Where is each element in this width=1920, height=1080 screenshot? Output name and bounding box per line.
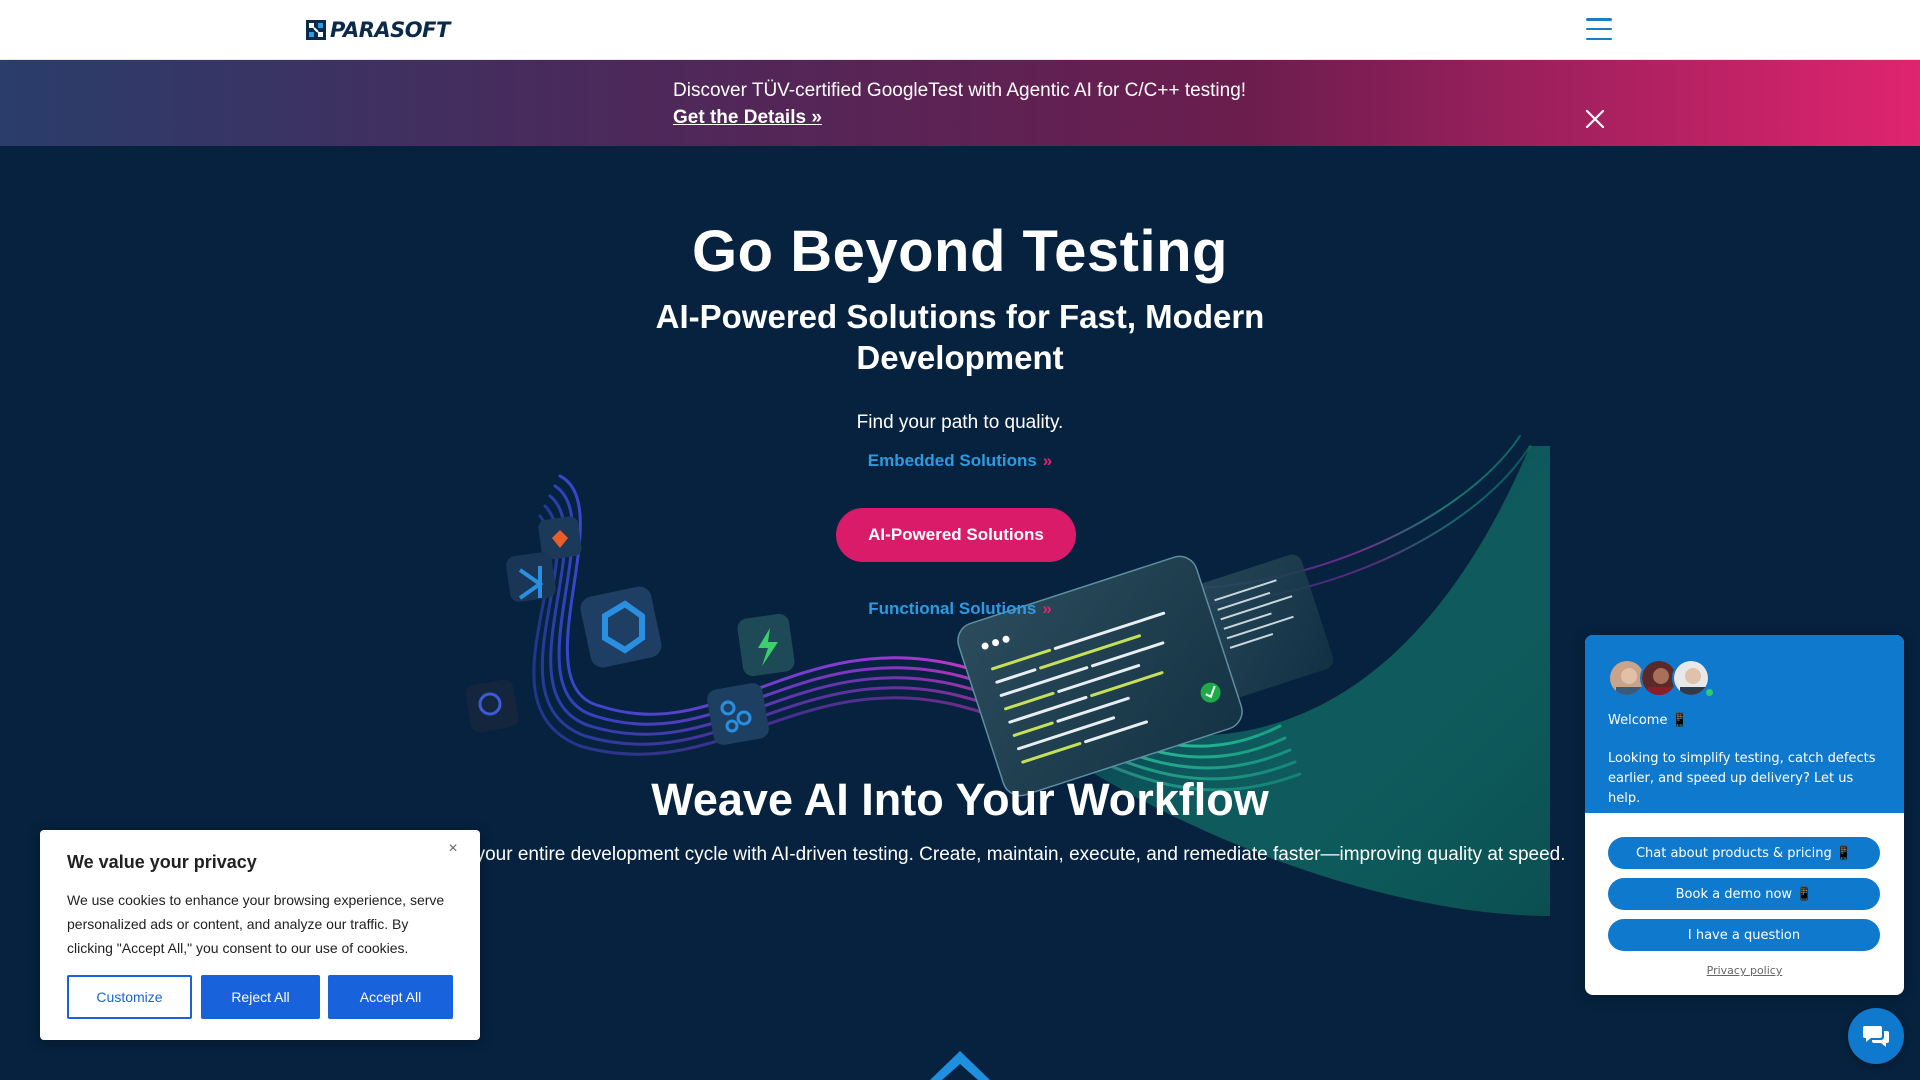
double-chevron-right-icon: »: [1042, 451, 1053, 470]
functional-solutions-label: Functional Solutions: [868, 599, 1037, 618]
announcement-banner: Discover TÜV-certified GoogleTest with A…: [0, 60, 1920, 146]
cookie-close-icon[interactable]: ×: [444, 840, 462, 858]
parasoft-logo-icon: [306, 20, 326, 40]
chat-intro: Looking to simplify testing, catch defec…: [1608, 751, 1876, 806]
chat-welcome: Welcome 📱: [1608, 713, 1688, 728]
hero-subtitle: AI-Powered Solutions for Fast, Modern De…: [655, 298, 1265, 376]
chat-privacy-policy-link[interactable]: Privacy policy: [1585, 964, 1904, 977]
get-details-link[interactable]: Get the Details »: [673, 104, 1246, 131]
have-question-button[interactable]: I have a question: [1608, 919, 1880, 951]
chat-header: Welcome 📱 Looking to simplify testing, c…: [1585, 635, 1904, 813]
hero-title: Go Beyond Testing: [692, 219, 1228, 284]
cookie-title: We value your privacy: [67, 852, 257, 872]
book-demo-button[interactable]: Book a demo now 📱: [1608, 878, 1880, 910]
cookie-description: We use cookies to enhance your browsing …: [67, 892, 445, 956]
functional-solutions-link[interactable]: Functional Solutions »: [0, 599, 1920, 619]
weave-ai-text: te your entire development cycle with AI…: [454, 844, 1566, 865]
online-status-indicator: [1704, 687, 1715, 698]
chat-widget: Welcome 📱 Looking to simplify testing, c…: [1585, 635, 1904, 995]
top-navigation-bar: PARASOFT: [0, 0, 1920, 60]
logo-text: PARASOFT: [330, 18, 450, 42]
reject-all-button[interactable]: Reject All: [201, 975, 320, 1019]
double-chevron-right-icon: »: [1042, 599, 1052, 618]
hamburger-menu-icon[interactable]: [1586, 18, 1612, 40]
accept-all-button[interactable]: Accept All: [328, 975, 453, 1019]
chat-products-pricing-button[interactable]: Chat about products & pricing 📱: [1608, 837, 1880, 869]
banner-text: Discover TÜV-certified GoogleTest with A…: [673, 80, 1247, 101]
customize-button[interactable]: Customize: [67, 975, 192, 1019]
ai-powered-solutions-button[interactable]: AI-Powered Solutions: [836, 508, 1076, 562]
banner-message: Discover TÜV-certified GoogleTest with A…: [673, 77, 1246, 131]
parasoft-logo[interactable]: PARASOFT: [306, 18, 450, 42]
hero-tagline: Find your path to quality.: [856, 412, 1064, 433]
cookie-consent-dialog: × We value your privacy We use cookies t…: [40, 830, 480, 1040]
close-icon[interactable]: [1584, 108, 1606, 130]
chat-launcher-button[interactable]: [1848, 1008, 1904, 1064]
embedded-solutions-link[interactable]: Embedded Solutions »: [0, 451, 1920, 471]
agent-avatars: [1608, 659, 1710, 697]
embedded-solutions-label: Embedded Solutions: [867, 451, 1037, 470]
chat-bubble-icon: [1863, 1026, 1889, 1047]
